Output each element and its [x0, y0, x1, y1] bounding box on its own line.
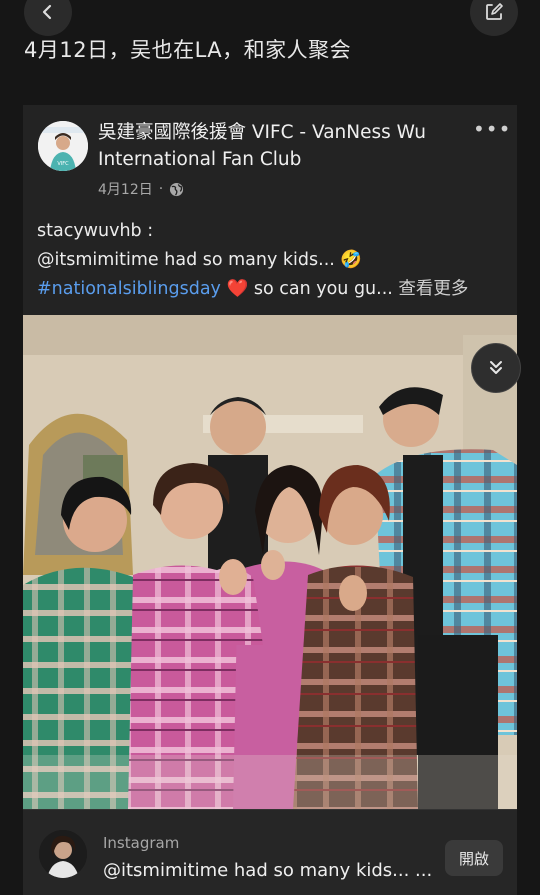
group-photo[interactable] [23, 315, 517, 809]
heart-emoji-icon: ❤️ [226, 279, 249, 299]
edit-button[interactable] [470, 0, 518, 36]
post-date[interactable]: 4月12日 [98, 179, 153, 199]
globe-icon [170, 182, 184, 196]
page-avatar[interactable]: VIFC [38, 121, 88, 171]
scroll-down-button[interactable] [471, 343, 521, 393]
post-header: VIFC 吳建豪國際後援會 VIFC - VanNess Wu Internat… [23, 105, 517, 315]
hashtag-link[interactable]: #nationalsiblingsday [37, 279, 221, 299]
more-options-button[interactable]: ••• [473, 117, 511, 141]
post-text-rest: so can you gu... [248, 279, 399, 299]
facebook-post-card: VIFC 吳建豪國際後援會 VIFC - VanNess Wu Internat… [23, 105, 517, 895]
see-more-link[interactable]: 查看更多 [398, 279, 468, 299]
edit-icon [486, 3, 503, 20]
post-text-line3: #nationalsiblingsday ❤️ so can you gu...… [37, 275, 507, 304]
page-name-line1: 吳建豪國際後援會 VIFC - VanNess Wu [98, 122, 427, 143]
mention-text: @itsmimitime had so many kids... [37, 250, 341, 270]
laugh-emoji-icon: 🤣 [340, 250, 363, 270]
back-button[interactable] [24, 0, 72, 36]
svg-text:VIFC: VIFC [57, 161, 69, 167]
post-text-line1: stacywuvhb : [37, 221, 154, 241]
headline: 4月12日，吴也在LA，和家人聚会 [24, 38, 352, 62]
instagram-avatar [39, 830, 87, 878]
chevron-left-icon [42, 4, 52, 20]
link-caption[interactable]: @itsmimitime had so many kids... ... [103, 860, 432, 881]
post-text-line2: @itsmimitime had so many kids... 🤣 [37, 246, 507, 275]
instagram-link-preview[interactable]: Instagram @itsmimitime had so many kids.… [23, 809, 517, 895]
post-meta: 4月12日 · [98, 179, 184, 199]
chevrons-down-icon [490, 361, 502, 374]
meta-separator: · [158, 181, 164, 197]
link-source: Instagram [103, 834, 180, 852]
page-name-line2: International Fan Club [98, 149, 302, 170]
page-name[interactable]: 吳建豪國際後援會 VIFC - VanNess Wu International… [98, 119, 468, 173]
open-button[interactable]: 開啟 [445, 840, 503, 876]
post-text: stacywuvhb : @itsmimitime had so many ki… [37, 217, 507, 304]
